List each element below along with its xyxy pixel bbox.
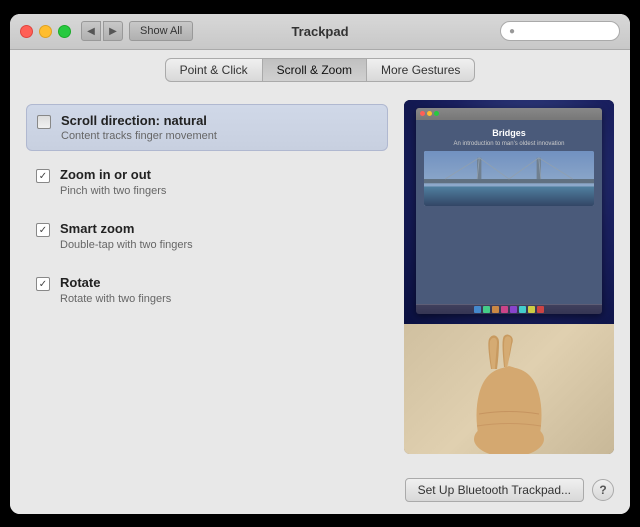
minimize-button[interactable]	[39, 25, 52, 38]
search-icon: ●	[509, 26, 515, 37]
checkbox-scroll-direction[interactable]	[37, 115, 51, 129]
option-zoom-title: Zoom in or out	[60, 167, 378, 184]
maximize-button[interactable]	[58, 25, 71, 38]
setup-bluetooth-button[interactable]: Set Up Bluetooth Trackpad...	[405, 478, 584, 502]
slide-subtitle: An introduction to man's oldest innovati…	[454, 141, 565, 147]
sim-dock	[416, 304, 602, 314]
search-box[interactable]: ●	[500, 21, 620, 41]
tab-more-gestures[interactable]: More Gestures	[367, 58, 475, 82]
option-smart-zoom-subtitle: Double-tap with two fingers	[60, 239, 378, 251]
bridge-image	[424, 151, 594, 206]
sim-dot-yellow	[427, 111, 432, 116]
help-button[interactable]: ?	[592, 479, 614, 501]
option-smart-zoom-title: Smart zoom	[60, 221, 378, 238]
sim-content: Bridges An introduction to man's oldest …	[416, 120, 602, 304]
option-scroll-direction[interactable]: Scroll direction: natural Content tracks…	[26, 104, 388, 152]
preview-bottom	[404, 324, 614, 454]
option-scroll-direction-subtitle: Content tracks finger movement	[61, 130, 377, 142]
dock-icon	[483, 306, 490, 313]
show-all-button[interactable]: Show All	[129, 21, 193, 41]
main-window: ◀ ▶ Show All Trackpad ● Point & Click Sc…	[10, 14, 630, 514]
dock-icon	[501, 306, 508, 313]
footer: Set Up Bluetooth Trackpad... ?	[10, 470, 630, 514]
traffic-lights	[20, 25, 71, 38]
options-list: Scroll direction: natural Content tracks…	[26, 100, 388, 454]
mac-screen-sim: Bridges An introduction to man's oldest …	[416, 108, 602, 314]
option-scroll-direction-title: Scroll direction: natural	[61, 113, 377, 130]
sim-dot-red	[420, 111, 425, 116]
option-smart-zoom[interactable]: ✓ Smart zoom Double-tap with two fingers	[26, 213, 388, 259]
hand-gesture-svg	[449, 334, 569, 454]
tab-point-click[interactable]: Point & Click	[165, 58, 263, 82]
dock-icon	[510, 306, 517, 313]
preview-top: Bridges An introduction to man's oldest …	[404, 100, 614, 324]
slide-title: Bridges	[492, 128, 526, 138]
option-rotate-subtitle: Rotate with two fingers	[60, 293, 378, 305]
preview-panel: Bridges An introduction to man's oldest …	[404, 100, 614, 454]
sim-dot-green	[434, 111, 439, 116]
checkbox-rotate[interactable]: ✓	[36, 277, 50, 291]
nav-back-button[interactable]: ◀	[81, 21, 101, 41]
close-button[interactable]	[20, 25, 33, 38]
window-title: Trackpad	[291, 24, 348, 39]
dock-icon	[528, 306, 535, 313]
tab-scroll-zoom[interactable]: Scroll & Zoom	[263, 58, 367, 82]
nav-forward-button[interactable]: ▶	[103, 21, 123, 41]
option-zoom-subtitle: Pinch with two fingers	[60, 185, 378, 197]
checkbox-smart-zoom[interactable]: ✓	[36, 223, 50, 237]
nav-arrows: ◀ ▶	[81, 21, 123, 41]
option-rotate-title: Rotate	[60, 275, 378, 292]
checkbox-zoom[interactable]: ✓	[36, 169, 50, 183]
option-rotate[interactable]: ✓ Rotate Rotate with two fingers	[26, 267, 388, 313]
dock-icon	[519, 306, 526, 313]
option-zoom[interactable]: ✓ Zoom in or out Pinch with two fingers	[26, 159, 388, 205]
bridge-svg	[424, 151, 594, 206]
dock-icon	[474, 306, 481, 313]
dock-icon	[492, 306, 499, 313]
dock-icon	[537, 306, 544, 313]
content-area: Scroll direction: natural Content tracks…	[10, 92, 630, 470]
titlebar: ◀ ▶ Show All Trackpad ●	[10, 14, 630, 50]
sim-titlebar	[416, 108, 602, 120]
tabbar: Point & Click Scroll & Zoom More Gesture…	[10, 50, 630, 92]
